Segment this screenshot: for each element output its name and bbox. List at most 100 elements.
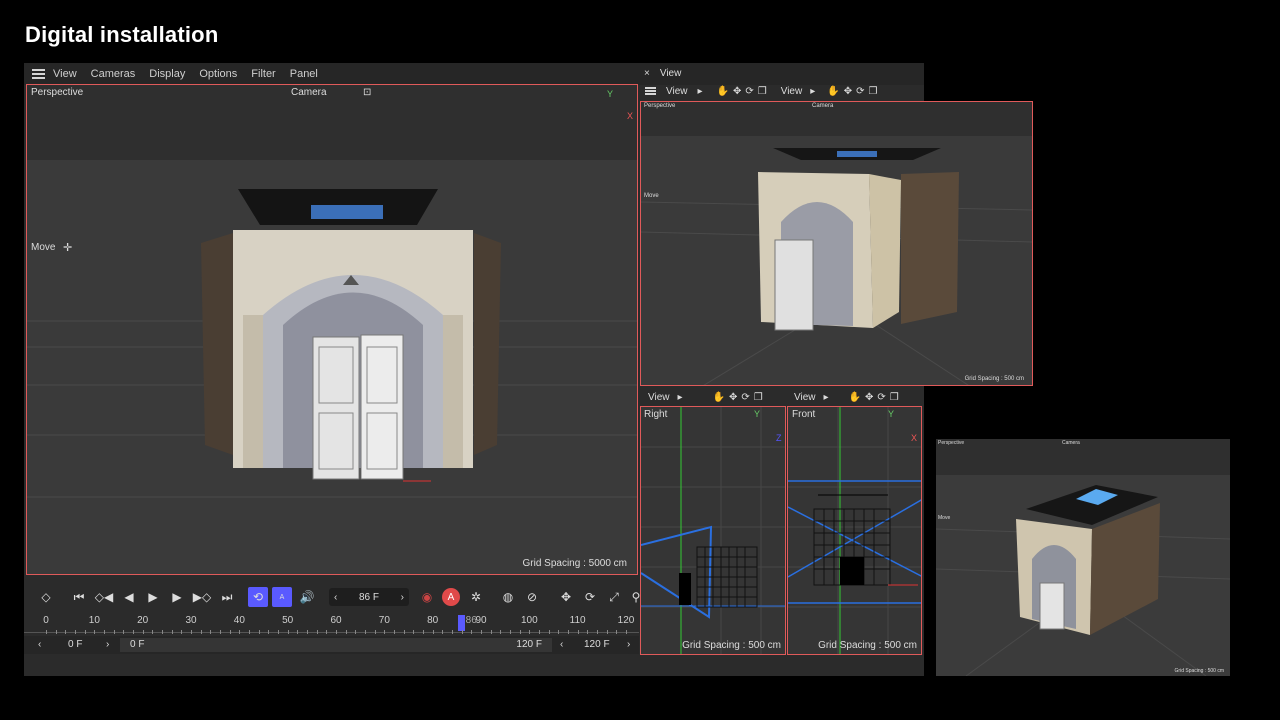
autokey-record-icon[interactable]: A [442, 588, 460, 606]
front-view-toolbar: View ▸ ✋✥⟳❐ [788, 388, 924, 406]
perspective-viewport[interactable]: Perspective Camera ⊡ Y X Move ✛ Grid Spa… [26, 84, 638, 575]
prev-frame-icon[interactable]: ◀ [119, 587, 139, 607]
camera-label[interactable]: Camera [291, 87, 327, 98]
timeline-tick [539, 630, 540, 634]
timeline-tick-label: 30 [185, 615, 197, 626]
end-frame-field[interactable]: 120 F [584, 639, 610, 650]
hamburger-menu-icon[interactable] [32, 69, 45, 79]
side-panel-header: × View [641, 64, 924, 82]
range-slider[interactable]: 0 F 120 F [120, 638, 552, 652]
chevron-left-icon[interactable]: ‹ [38, 639, 41, 650]
range-start-value: 0 F [130, 639, 145, 650]
timeline-tick [606, 630, 608, 634]
top-view-menu-right[interactable]: View [781, 86, 803, 97]
chevron-left-icon[interactable]: ‹ [560, 639, 563, 650]
timeline-tick [55, 630, 57, 634]
timeline-tick [626, 630, 627, 634]
chevron-left-icon[interactable]: ‹ [334, 592, 337, 603]
menu-filter[interactable]: Filter [251, 68, 275, 80]
axis-x-label: X [627, 111, 634, 121]
start-frame-field[interactable]: 0 F [68, 639, 82, 650]
menu-cameras[interactable]: Cameras [91, 68, 136, 80]
timeline-tick [365, 630, 366, 634]
next-key-icon[interactable]: ▶◇ [192, 587, 212, 607]
timeline-tick [374, 630, 376, 634]
keyframe-settings-icon[interactable]: ✲ [466, 587, 486, 607]
side-perspective-viewport[interactable]: Perspective Camera Move Grid Spacing : 5… [640, 101, 1033, 386]
right-view-scene [641, 407, 785, 654]
top-view-nav-icons-left[interactable]: ✋✥⟳❐ [717, 86, 771, 97]
current-frame-value: 86 F [358, 591, 379, 603]
keyframe-diamond-icon[interactable]: ◇ [36, 587, 56, 607]
right-view-nav-icons[interactable]: ✋✥⟳❐ [713, 392, 767, 403]
front-viewport-label: Front [792, 409, 816, 420]
timeline-tick [471, 630, 473, 634]
timeline-tick [249, 630, 250, 634]
loop-icon[interactable]: ⟲ [248, 587, 268, 607]
sound-icon[interactable]: 🔊 [297, 587, 317, 607]
timeline-ruler[interactable]: 86 0 10 20 30 40 50 60 70 80 90 100 110 120 [24, 612, 639, 636]
timeline-tick [84, 630, 86, 634]
rotate-key-icon[interactable]: ⟳ [580, 587, 600, 607]
param-key-icon[interactable]: ⚲ [626, 587, 646, 607]
play-icon[interactable]: ▶ [143, 587, 163, 607]
timeline-tick [577, 630, 579, 634]
timeline-tick-label: 0 [43, 615, 49, 626]
right-view-menu[interactable]: View [648, 392, 670, 403]
range-end-value: 120 F [516, 639, 542, 650]
timeline-tick [432, 630, 434, 634]
next-frame-icon[interactable]: ▶ [167, 587, 187, 607]
triangle-right-icon[interactable]: ▸ [810, 86, 815, 97]
menu-view[interactable]: View [53, 68, 77, 80]
menu-panel[interactable]: Panel [290, 68, 318, 80]
chevron-right-icon[interactable]: › [401, 592, 404, 603]
scale-key-icon[interactable]: ⤢ [604, 587, 624, 607]
menu-options[interactable]: Options [199, 68, 237, 80]
timeline-tick [403, 630, 405, 634]
timeline-tick [384, 630, 386, 634]
current-frame-field[interactable]: ‹ 86 F › [329, 588, 409, 606]
right-view-toolbar: View ▸ ✋✥⟳❐ [641, 388, 786, 406]
close-icon[interactable]: × [644, 68, 650, 79]
right-viewport[interactable]: Right Y Z Grid Spacing : 500 cm [640, 406, 786, 655]
prev-key-icon[interactable]: ◇◀ [94, 587, 114, 607]
timeline-tick [75, 630, 76, 634]
hamburger-menu-icon[interactable] [645, 87, 656, 95]
front-viewport[interactable]: Front Y X Grid Spacing : 500 cm [787, 406, 922, 655]
menu-display[interactable]: Display [149, 68, 185, 80]
go-to-start-icon[interactable]: ⏮ [69, 587, 89, 607]
timeline-tick [413, 630, 415, 634]
timeline-tick [568, 630, 569, 634]
timeline-tick [46, 630, 47, 634]
record-icon[interactable]: ◉ [417, 587, 437, 607]
triangle-right-icon[interactable]: ▸ [678, 392, 683, 403]
timeline-tick [287, 630, 289, 634]
timeline-tick [142, 630, 144, 634]
side-camera-label[interactable]: Camera [812, 103, 833, 109]
front-view-nav-icons[interactable]: ✋✥⟳❐ [849, 392, 903, 403]
motion-record-icon[interactable]: ◍ [498, 587, 518, 607]
chevron-right-icon[interactable]: › [106, 639, 109, 650]
inset-render: Perspective Camera Move Grid Spacing : 5… [936, 439, 1230, 676]
timeline-tick [210, 630, 212, 634]
camera-lock-icon[interactable]: ⊡ [363, 87, 371, 98]
timeline-goto-icon[interactable]: ⊘ [522, 587, 542, 607]
top-view-nav-icons-right[interactable]: ✋✥⟳❐ [827, 86, 881, 97]
timeline-tick [490, 630, 492, 634]
top-view-menu-left[interactable]: View [666, 86, 688, 97]
timeline-tick [336, 630, 337, 634]
side-panel-view-label[interactable]: View [660, 68, 682, 79]
triangle-right-icon[interactable]: ▸ [698, 86, 703, 97]
autokey-mode-icon[interactable]: A [272, 587, 292, 607]
timeline-tick [123, 630, 125, 634]
front-view-menu[interactable]: View [794, 392, 816, 403]
move-key-icon[interactable]: ✥ [556, 587, 576, 607]
go-to-end-icon[interactable]: ⏭ [217, 587, 237, 607]
side-viewport-label: Perspective [644, 103, 676, 109]
playhead[interactable] [457, 615, 465, 631]
slide-title: Digital installation [25, 22, 219, 47]
chevron-right-icon[interactable]: › [627, 639, 630, 650]
right-viewport-label: Right [644, 409, 668, 420]
front-grid-spacing: Grid Spacing : 500 cm [818, 640, 917, 651]
triangle-right-icon[interactable]: ▸ [824, 392, 829, 403]
